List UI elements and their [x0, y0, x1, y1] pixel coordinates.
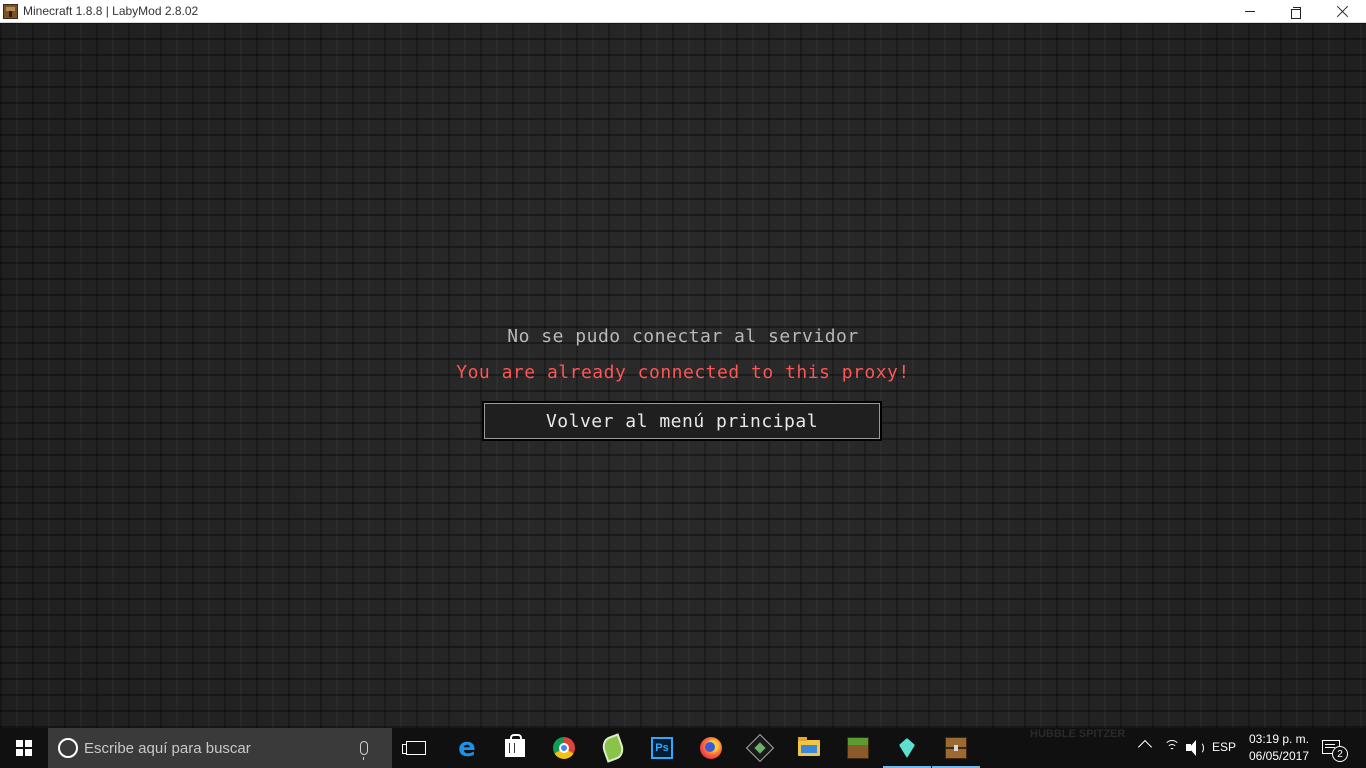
window-title-bar[interactable]: Minecraft 1.8.8 | LabyMod 2.8.02	[0, 0, 1366, 23]
crafting-table-icon	[3, 4, 18, 19]
diamond-app-button[interactable]	[883, 728, 931, 768]
clock[interactable]: 03:19 p. m. 06/05/2017	[1244, 731, 1314, 765]
disconnected-screen: No se pudo conectar al servidor You are …	[0, 23, 1366, 728]
start-button[interactable]	[0, 728, 48, 768]
back-to-main-menu-button[interactable]: Volver al menú principal	[482, 401, 882, 441]
diamond-icon	[899, 738, 915, 758]
wallpaper-watermark: HUBBLE SPITZER	[1030, 728, 1126, 740]
crafting-table-icon	[945, 737, 967, 759]
windows-logo-icon	[16, 740, 32, 756]
firefox-button[interactable]	[687, 728, 735, 768]
minecraft-launcher-button[interactable]	[834, 728, 882, 768]
restore-button[interactable]	[1273, 0, 1319, 23]
leaf-app-button[interactable]	[589, 728, 637, 768]
file-explorer-button[interactable]	[785, 728, 833, 768]
taskbar: Escribe aquí para buscar e Ps HUBBLE SPI…	[0, 728, 1366, 768]
edge-icon: e	[458, 733, 476, 763]
close-icon	[1337, 6, 1348, 17]
clock-time: 03:19 p. m.	[1248, 732, 1310, 746]
volume-icon[interactable]	[1186, 740, 1206, 756]
mcedit-button[interactable]	[736, 728, 784, 768]
edge-button[interactable]: e	[443, 728, 491, 768]
close-button[interactable]	[1319, 0, 1365, 23]
chrome-icon	[553, 737, 575, 759]
minecraft-window-button[interactable]	[932, 728, 980, 768]
window-title: Minecraft 1.8.8 | LabyMod 2.8.02	[23, 4, 199, 18]
store-button[interactable]	[491, 728, 539, 768]
show-hidden-icons-chevron-icon[interactable]	[1137, 739, 1153, 755]
minimize-button[interactable]	[1227, 0, 1273, 23]
search-placeholder: Escribe aquí para buscar	[84, 739, 251, 757]
mcedit-icon	[745, 733, 775, 763]
input-language[interactable]: ESP	[1212, 740, 1236, 754]
chrome-button[interactable]	[540, 728, 588, 768]
disconnect-reason: You are already connected to this proxy!	[456, 362, 910, 383]
task-view-button[interactable]	[392, 728, 440, 768]
store-icon	[505, 734, 525, 757]
restore-icon	[1291, 6, 1301, 19]
minimize-icon	[1245, 11, 1255, 12]
photoshop-button[interactable]: Ps	[638, 728, 686, 768]
cortana-icon	[58, 738, 78, 758]
firefox-icon	[700, 737, 722, 759]
leaf-app-icon	[599, 733, 627, 763]
task-view-icon	[402, 741, 426, 755]
notification-count-badge: 2	[1332, 746, 1348, 762]
wifi-icon[interactable]	[1164, 740, 1180, 756]
minecraft-grass-icon	[847, 737, 869, 759]
taskbar-search-box[interactable]: Escribe aquí para buscar	[48, 728, 392, 768]
file-explorer-icon	[798, 737, 820, 756]
disconnect-title: No se pudo conectar al servidor	[507, 326, 859, 347]
photoshop-icon: Ps	[651, 737, 673, 759]
microphone-icon[interactable]	[360, 741, 368, 760]
clock-date: 06/05/2017	[1248, 749, 1310, 763]
